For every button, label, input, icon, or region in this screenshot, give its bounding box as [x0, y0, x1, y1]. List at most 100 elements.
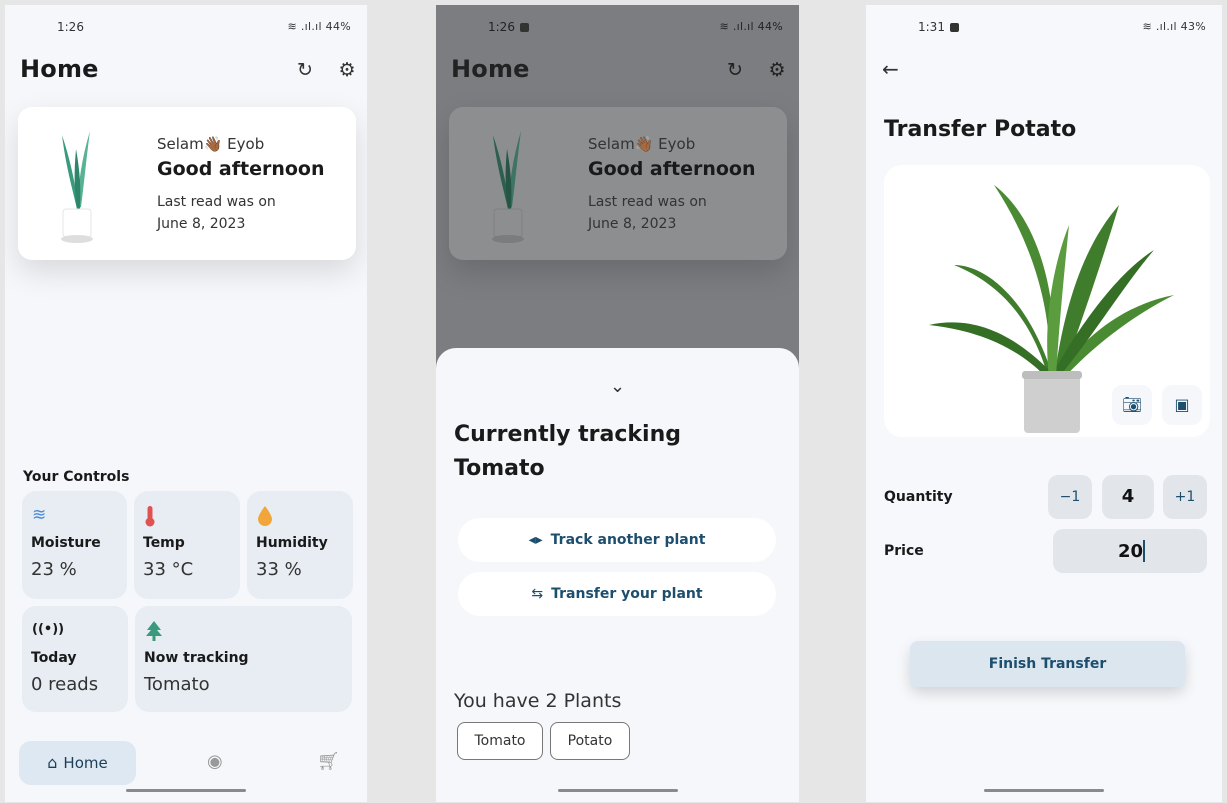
home-screen: 1:26 ≋ .ıl.ıl 44% Home ↻ ⚙ Selam👋🏾 Eyob …	[5, 5, 367, 802]
status-bar: 1:31 ≋ .ıl.ıl 43%	[866, 20, 1222, 38]
tree-icon	[145, 620, 163, 647]
tile-label: Moisture	[31, 535, 101, 551]
tile-value: 0 reads	[31, 674, 99, 695]
droplet-icon	[257, 505, 273, 532]
home-icon: ⌂	[47, 753, 58, 772]
status-icons: ≋ .ıl.ıl 44%	[287, 20, 351, 33]
tile-value: 33 °C	[143, 559, 194, 580]
quantity-label: Quantity	[884, 489, 953, 505]
notification-icon	[519, 23, 529, 32]
analytics-icon[interactable]: ◉	[207, 751, 223, 772]
wifi-icon: ≋	[719, 20, 730, 33]
greeting-text: Selam👋🏾 Eyob Good afternoon Last read wa…	[157, 135, 325, 235]
last-read-label: Last read was on	[588, 194, 707, 210]
plant-illustration	[61, 131, 93, 243]
transfer-icon: ⇆	[531, 586, 544, 602]
wifi-icon: ≋	[287, 20, 298, 33]
signal-icon: .ıl.ıl	[300, 20, 322, 33]
increment-button[interactable]: +1	[1163, 475, 1207, 519]
notification-icon	[949, 23, 959, 32]
tile-label: Now tracking	[144, 650, 249, 666]
last-read: Last read was on June 8, 2023	[157, 191, 325, 235]
battery-level: 43%	[1180, 20, 1206, 33]
temp-tile[interactable]: Temp 33 °C	[134, 491, 240, 599]
greeting-card: Selam👋🏾 Eyob Good afternoon Last read wa…	[449, 107, 787, 260]
track-another-plant-button[interactable]: ◂▸ Track another plant	[458, 518, 776, 562]
status-bar: 1:26 ≋ .ıl.ıl 44%	[436, 20, 799, 38]
greeting-message: Good afternoon	[588, 158, 756, 180]
tile-value: 23 %	[31, 559, 77, 580]
tile-label: Today	[31, 650, 77, 666]
last-read: Last read was on June 8, 2023	[588, 191, 756, 235]
last-read-date: June 8, 2023	[588, 216, 677, 232]
page-title: Home	[20, 55, 99, 83]
page-title: Transfer Potato	[884, 117, 1077, 142]
decrement-button[interactable]: −1	[1048, 475, 1092, 519]
tile-label: Humidity	[256, 535, 328, 551]
now-tracking-tile[interactable]: Now tracking Tomato	[135, 606, 352, 712]
user-name: Selam👋🏾 Eyob	[157, 135, 265, 153]
finish-transfer-button[interactable]: Finish Transfer	[910, 641, 1185, 687]
tracking-sheet-screen: 1:26 ≋ .ıl.ıl 44% Home ↻ ⚙ Selam👋🏾 Eyob …	[436, 5, 799, 802]
track-another-label: Track another plant	[550, 532, 706, 548]
plant-image-card: 📷︎ ▣	[884, 165, 1210, 437]
moisture-tile[interactable]: ≋ Moisture 23 %	[22, 491, 127, 599]
status-time: 1:31	[918, 20, 959, 34]
text-cursor	[1143, 540, 1145, 562]
bottom-navigation: ⌂ Home ◉ 🛒︎	[5, 741, 367, 785]
camera-icon[interactable]: 📷︎	[1112, 385, 1152, 425]
transfer-screen: 1:31 ≋ .ıl.ıl 43% ← Transfer Potato 📷︎ ▣…	[866, 5, 1222, 802]
battery-level: 44%	[325, 20, 351, 33]
bottom-sheet: ⌄ Currently tracking Tomato ◂▸ Track anot…	[436, 348, 799, 802]
user-name: Selam👋🏾 Eyob	[588, 135, 696, 153]
plant-chip-tomato[interactable]: Tomato	[457, 722, 543, 760]
status-icons: ≋ .ıl.ıl 43%	[1142, 20, 1206, 33]
cart-icon[interactable]: 🛒︎	[317, 751, 340, 772]
today-reads-tile[interactable]: ((•)) Today 0 reads	[22, 606, 128, 712]
thermometer-icon	[144, 505, 156, 532]
signal-icon: .ıl.ıl	[732, 20, 754, 33]
back-arrow-icon[interactable]: ←	[882, 57, 899, 81]
signal-broadcast-icon: ((•))	[32, 622, 65, 637]
price-label: Price	[884, 543, 924, 559]
price-input[interactable]	[1053, 529, 1207, 573]
transfer-plant-button[interactable]: ⇆ Transfer your plant	[458, 572, 776, 616]
nav-home-button[interactable]: ⌂ Home	[19, 741, 136, 785]
refresh-icon[interactable]: ↻	[724, 59, 746, 81]
signal-icon: .ıl.ıl	[1155, 20, 1177, 33]
battery-level: 44%	[757, 20, 783, 33]
refresh-icon[interactable]: ↻	[294, 59, 316, 81]
greeting-message: Good afternoon	[157, 158, 325, 180]
last-read-date: June 8, 2023	[157, 216, 246, 232]
humidity-tile[interactable]: Humidity 33 %	[247, 491, 353, 599]
greeting-card: Selam👋🏾 Eyob Good afternoon Last read wa…	[18, 107, 356, 260]
controls-title: Your Controls	[23, 469, 130, 485]
swap-arrows-icon: ◂▸	[528, 532, 543, 548]
sheet-title: Currently tracking Tomato	[454, 422, 681, 481]
plants-count: You have 2 Plants	[454, 690, 622, 712]
plant-illustration	[492, 131, 524, 243]
status-icons: ≋ .ıl.ıl 44%	[719, 20, 783, 33]
last-read-label: Last read was on	[157, 194, 276, 210]
gesture-bar	[984, 789, 1104, 792]
page-title: Home	[451, 55, 530, 83]
status-time: 1:26	[488, 20, 529, 34]
gesture-bar	[557, 789, 678, 792]
status-bar: 1:26 ≋ .ıl.ıl 44%	[5, 20, 367, 38]
greeting-text: Selam👋🏾 Eyob Good afternoon Last read wa…	[588, 135, 756, 235]
tile-value: Tomato	[144, 674, 210, 695]
wifi-icon: ≋	[1142, 20, 1153, 33]
plant-chip-potato[interactable]: Potato	[550, 722, 630, 760]
status-time: 1:26	[57, 20, 84, 34]
nav-home-label: Home	[63, 754, 108, 772]
settings-icon[interactable]: ⚙	[766, 59, 788, 81]
water-waves-icon: ≋	[32, 505, 47, 525]
gesture-bar	[126, 789, 246, 792]
transfer-label: Transfer your plant	[551, 586, 703, 602]
chevron-down-icon[interactable]: ⌄	[608, 376, 628, 397]
gallery-icon[interactable]: ▣	[1162, 385, 1202, 425]
quantity-value: 4	[1102, 475, 1154, 519]
tile-value: 33 %	[256, 559, 302, 580]
settings-icon[interactable]: ⚙	[336, 59, 358, 81]
tile-label: Temp	[143, 535, 185, 551]
